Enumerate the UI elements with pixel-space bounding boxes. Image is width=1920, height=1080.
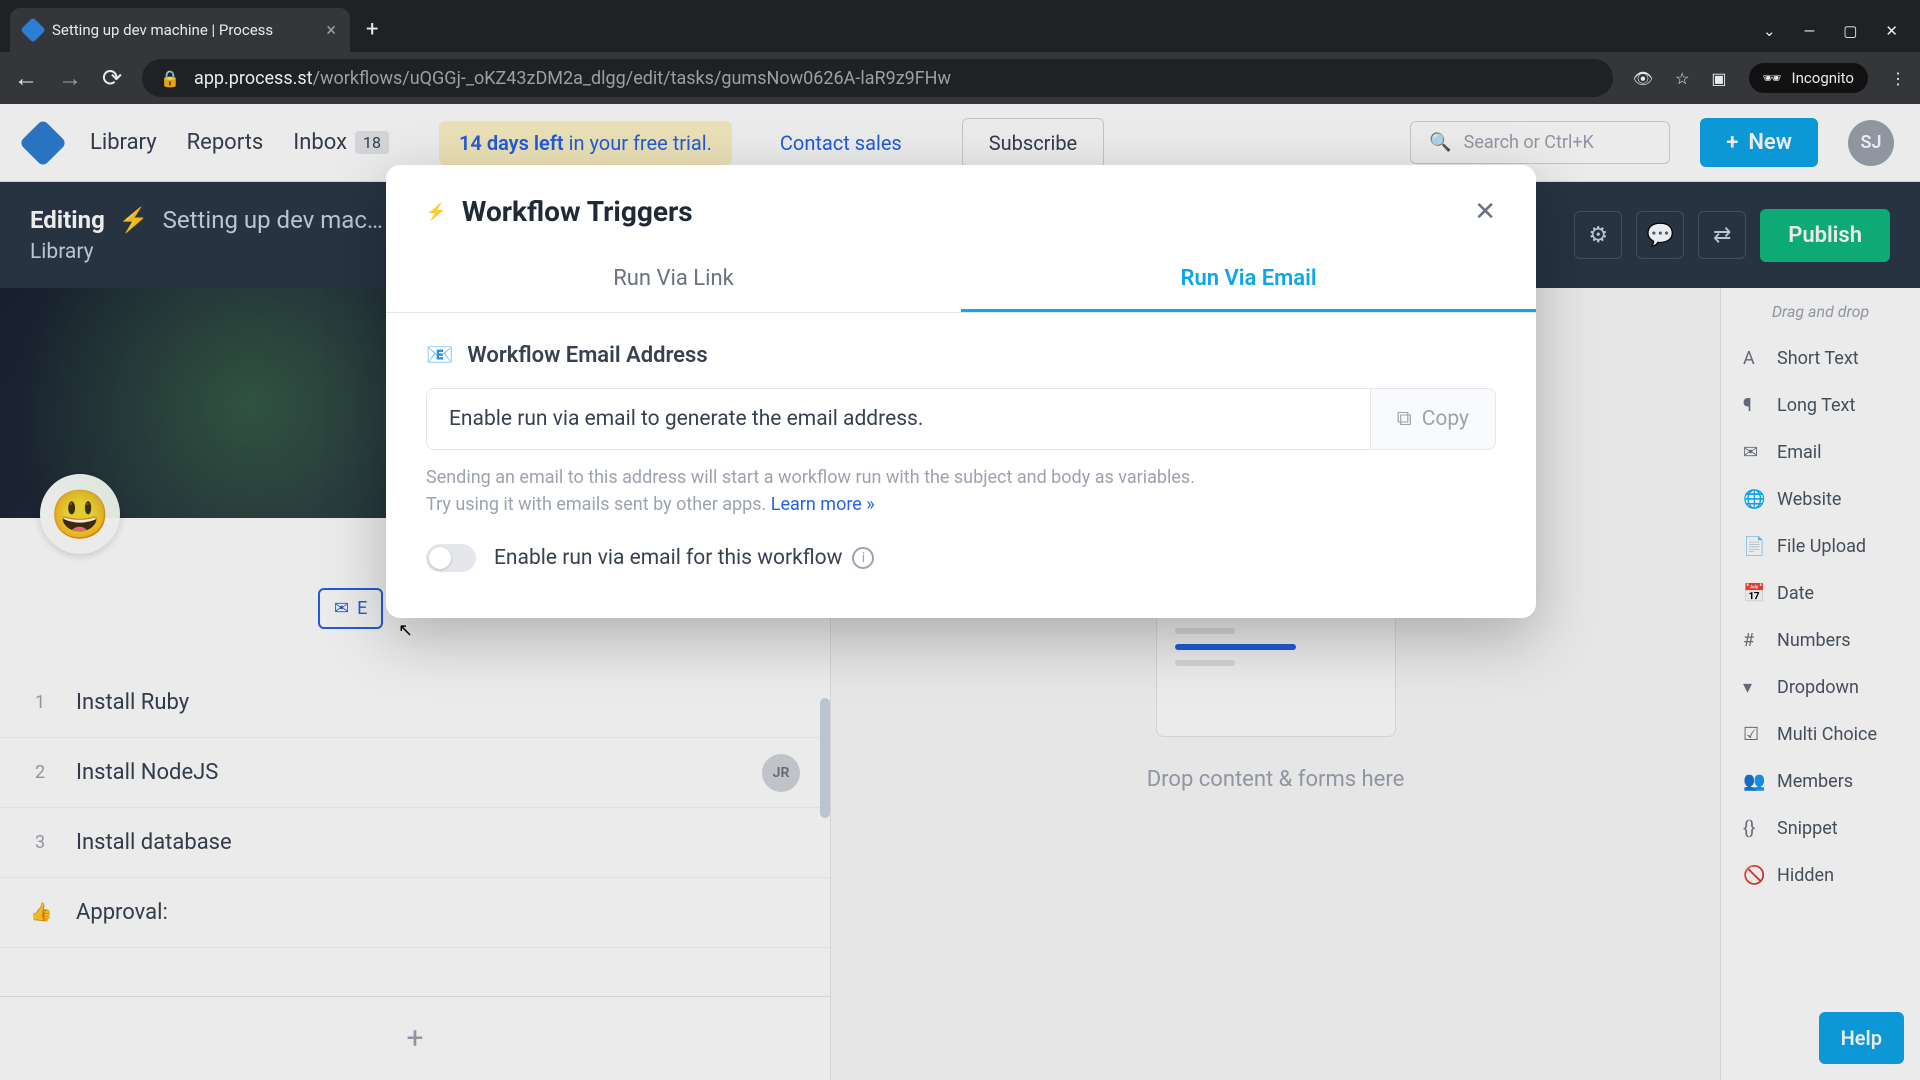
modal-close-button[interactable]: ✕ bbox=[1474, 197, 1496, 227]
window-controls: ⌄ — ▢ ✕ bbox=[1763, 22, 1920, 52]
forward-button[interactable]: → bbox=[58, 64, 82, 93]
kebab-menu-icon[interactable]: ⋮ bbox=[1890, 69, 1906, 88]
mail-icon: 📧 bbox=[426, 343, 453, 368]
incognito-icon: 🕶 bbox=[1763, 69, 1782, 87]
modal-tabs: Run Via Link Run Via Email bbox=[386, 248, 1536, 313]
cursor-icon: ↖ bbox=[398, 620, 413, 641]
favicon bbox=[20, 17, 45, 42]
tab-title: Setting up dev machine | Process bbox=[52, 21, 316, 39]
tab-run-via-link[interactable]: Run Via Link bbox=[386, 248, 961, 312]
star-icon[interactable]: ☆ bbox=[1675, 69, 1689, 88]
lock-icon: 🔒 bbox=[160, 69, 180, 88]
close-tab-icon[interactable]: × bbox=[326, 20, 336, 41]
extensions-icon[interactable]: ▣ bbox=[1711, 69, 1726, 88]
chevron-down-icon[interactable]: ⌄ bbox=[1763, 22, 1776, 40]
address-bar[interactable]: 🔒 app.process.st/workflows/uQGGj-_oKZ43z… bbox=[142, 59, 1613, 97]
url-bar: ← → ⟳ 🔒 app.process.st/workflows/uQGGj-_… bbox=[0, 52, 1920, 104]
incognito-badge: 🕶 Incognito bbox=[1749, 63, 1869, 93]
browser-tab[interactable]: Setting up dev machine | Process × bbox=[10, 8, 350, 52]
reload-button[interactable]: ⟳ bbox=[102, 64, 122, 92]
enable-email-toggle[interactable] bbox=[426, 544, 476, 572]
maximize-icon[interactable]: ▢ bbox=[1843, 22, 1857, 40]
eye-off-icon[interactable]: 👁 bbox=[1633, 69, 1653, 88]
copy-button[interactable]: ⧉ Copy bbox=[1371, 388, 1496, 450]
section-title: 📧 Workflow Email Address bbox=[426, 343, 1496, 368]
workflow-triggers-modal: ⚡ Workflow Triggers ✕ Run Via Link Run V… bbox=[386, 165, 1536, 618]
copy-icon: ⧉ bbox=[1397, 407, 1412, 431]
modal-title: Workflow Triggers bbox=[462, 195, 1458, 228]
toggle-label: Enable run via email for this workflow i bbox=[494, 546, 874, 570]
url-text: app.process.st/workflows/uQGGj-_oKZ43zDM… bbox=[194, 68, 951, 89]
bolt-icon: ⚡ bbox=[426, 202, 446, 221]
email-address-field: Enable run via email to generate the ema… bbox=[426, 388, 1371, 450]
learn-more-link[interactable]: Learn more » bbox=[771, 494, 875, 515]
info-icon[interactable]: i bbox=[852, 547, 874, 569]
tab-run-via-email[interactable]: Run Via Email bbox=[961, 248, 1536, 312]
close-window-icon[interactable]: ✕ bbox=[1885, 22, 1898, 40]
browser-tab-strip: Setting up dev machine | Process × + ⌄ —… bbox=[0, 0, 1920, 52]
help-text: Sending an email to this address will st… bbox=[426, 464, 1496, 518]
new-tab-button[interactable]: + bbox=[350, 17, 394, 42]
back-button[interactable]: ← bbox=[14, 64, 38, 93]
minimize-icon[interactable]: — bbox=[1804, 22, 1816, 40]
